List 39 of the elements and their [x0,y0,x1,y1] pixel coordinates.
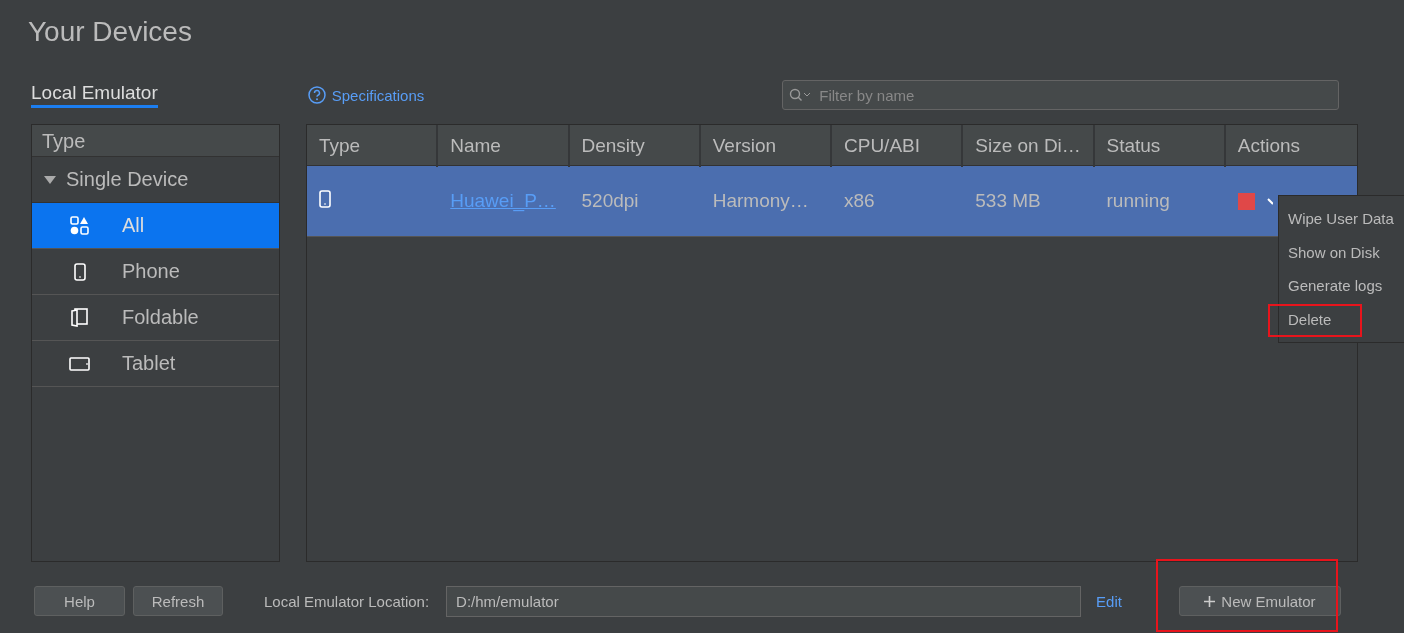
sidebar-item[interactable]: All [32,203,279,249]
plus-icon [1204,595,1216,607]
size-cell-text: 533 MB [974,190,1042,212]
version-cell-text: Harmony… [711,190,810,212]
shapes-icon [70,216,89,235]
phone-icon [73,262,86,281]
refresh-button[interactable]: Refresh [133,586,223,616]
help-button[interactable]: Help [34,586,125,616]
location-label: Local Emulator Location: [264,592,430,610]
item-label: Foldable [122,306,199,329]
expand-arrow-icon[interactable] [44,175,56,184]
phone-icon [319,189,331,208]
search-field[interactable]: Filter by name [782,80,1340,110]
group-label: Single Device [66,168,189,191]
column-header[interactable]: Actions [1225,125,1357,167]
chevron-icon[interactable] [1266,197,1273,207]
column-header: Type [32,125,279,157]
foldable-icon [71,308,88,327]
menu-item[interactable]: Show on Disk [1279,235,1404,269]
item-label: Tablet [122,352,176,375]
item-label: All [122,214,145,237]
density-cell-text: 520dpi [580,190,640,212]
sidebar-item[interactable]: Phone [32,249,279,295]
status-cell-text: running [1105,190,1171,212]
tab[interactable]: Local Emulator [31,82,158,108]
sidebar-item[interactable]: Tablet [32,341,279,387]
page-title: Your Devices [28,15,193,49]
edit-link[interactable]: Edit [1096,592,1122,610]
menu-item[interactable]: Delete [1279,302,1404,336]
item-label: Phone [122,260,180,283]
location-field[interactable]: D:/hm/emulator [446,585,1082,617]
search-icon [789,88,812,102]
sidebar-item[interactable]: Foldable [32,295,279,341]
cpu-cell-text: x86 [843,190,876,212]
specifications-link[interactable]: Specifications [307,86,425,104]
tablet-icon [69,356,90,371]
menu-item[interactable]: Generate logs [1279,269,1404,303]
new-emulator-button[interactable]: New Emulator [1178,586,1341,616]
help-icon [307,86,326,104]
